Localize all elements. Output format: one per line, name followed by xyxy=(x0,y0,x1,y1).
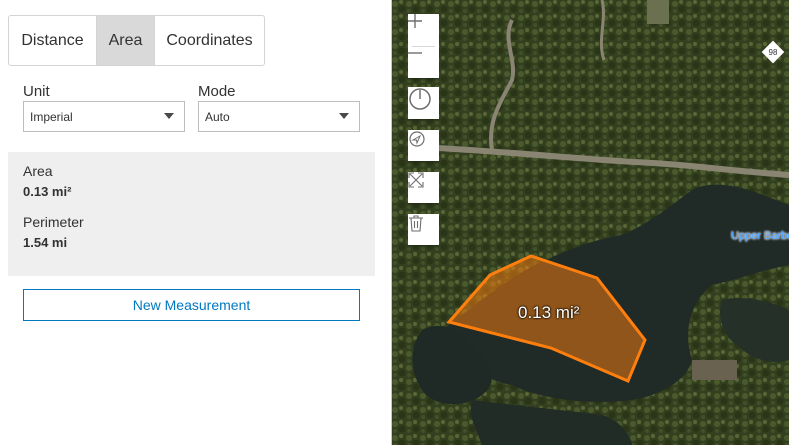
fullscreen-button[interactable] xyxy=(408,172,439,203)
compass-button[interactable] xyxy=(408,87,439,119)
map-view[interactable]: 0.13 mi² Upper Barbe 98 xyxy=(392,0,789,445)
tab-distance[interactable]: Distance xyxy=(9,16,96,65)
expand-icon xyxy=(408,172,424,188)
chevron-down-icon xyxy=(164,113,174,119)
perimeter-result-value: 1.54 mi xyxy=(23,235,68,250)
new-measurement-button[interactable]: New Measurement xyxy=(23,289,360,321)
zoom-controls xyxy=(408,14,439,78)
tab-area[interactable]: Area xyxy=(96,16,154,65)
satellite-imagery xyxy=(392,0,789,445)
plus-icon xyxy=(408,14,422,28)
trash-icon xyxy=(409,215,423,232)
area-result-value: 0.13 mi² xyxy=(23,184,72,199)
unit-label: Unit xyxy=(23,83,50,100)
measurement-results: Area 0.13 mi² Perimeter 1.54 mi xyxy=(8,152,375,276)
lake-name-label: Upper Barbe xyxy=(731,230,789,242)
locate-button[interactable] xyxy=(408,130,439,161)
zoom-out-button[interactable] xyxy=(408,46,439,78)
locate-icon xyxy=(409,131,425,147)
mode-label: Mode xyxy=(198,83,236,100)
measurement-tabs: Distance Area Coordinates xyxy=(8,15,265,66)
clear-graphics-button[interactable] xyxy=(408,214,439,245)
perimeter-result-label: Perimeter xyxy=(23,214,84,230)
minus-icon xyxy=(408,52,422,54)
map-area-label: 0.13 mi² xyxy=(518,303,580,322)
chevron-down-icon xyxy=(339,113,349,119)
route-shield-number: 98 xyxy=(768,47,778,57)
tab-coordinates[interactable]: Coordinates xyxy=(154,16,264,65)
measurement-panel: Distance Area Coordinates Unit Imperial … xyxy=(0,0,391,445)
compass-icon xyxy=(409,88,431,110)
mode-select-value: Auto xyxy=(205,109,230,124)
unit-select[interactable]: Imperial xyxy=(23,101,185,132)
area-result-label: Area xyxy=(23,163,53,179)
unit-select-value: Imperial xyxy=(30,109,73,124)
mode-select[interactable]: Auto xyxy=(198,101,360,132)
zoom-in-button[interactable] xyxy=(408,14,439,46)
